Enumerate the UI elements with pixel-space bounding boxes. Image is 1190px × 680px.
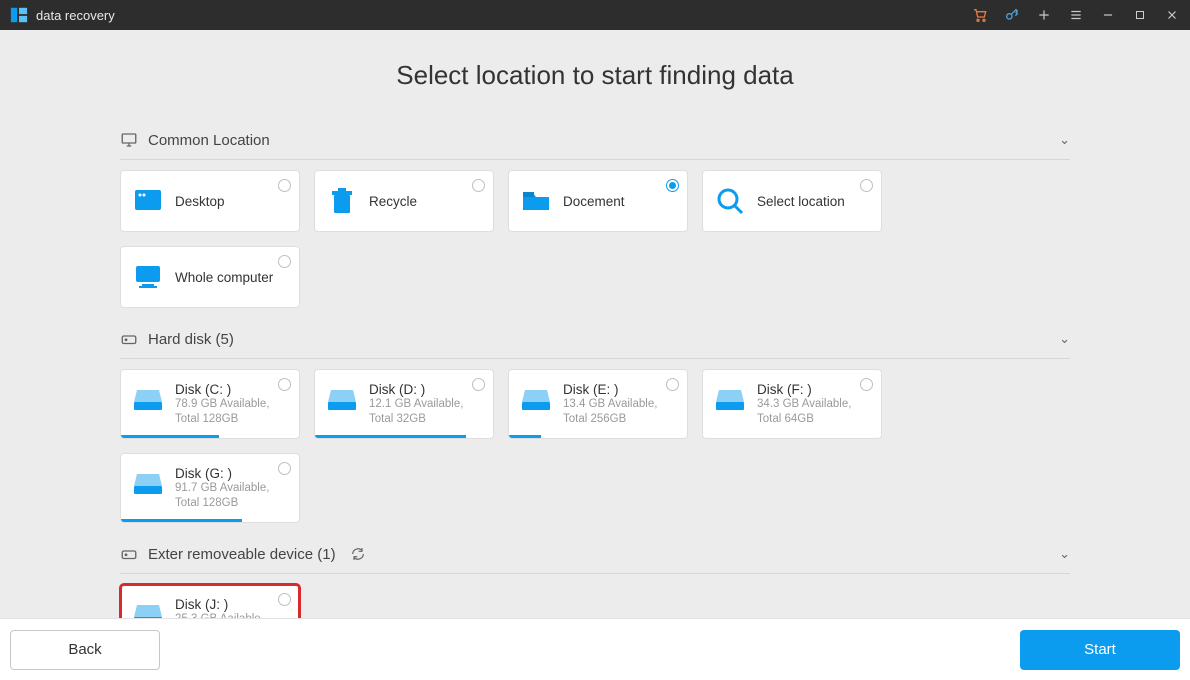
content-area: Select location to start finding data Co… <box>0 30 1190 618</box>
maximize-icon[interactable] <box>1132 7 1148 23</box>
card-disk-e[interactable]: Disk (E: )13.4 GB Available, Total 256GB <box>508 369 688 439</box>
cards-ext: Disk (J: )25.3 GB Aailable, Total 256GB <box>120 574 1070 618</box>
card-title: Disk (J: ) <box>175 597 289 612</box>
section-header-ext[interactable]: Exter removeable device (1) ⌄ <box>120 535 1070 574</box>
card-title: Disk (D: ) <box>369 382 483 397</box>
card-sub: 34.3 GB Available, Total 64GB <box>757 397 871 427</box>
card-sub: 12.1 GB Available, Total 32GB <box>369 397 483 427</box>
section-title-hdd: Hard disk (5) <box>148 331 234 348</box>
card-disk-f[interactable]: Disk (F: )34.3 GB Available, Total 64GB <box>702 369 882 439</box>
cards-common: Desktop Recycle Docement Select location… <box>120 160 1070 316</box>
drive-icon <box>519 382 553 416</box>
chevron-down-icon: ⌄ <box>1059 331 1070 347</box>
card-desktop[interactable]: Desktop <box>120 170 300 232</box>
drive-outline-icon <box>120 545 138 563</box>
page-title: Select location to start finding data <box>120 60 1070 91</box>
card-disk-c[interactable]: Disk (C: )78.9 GB Available, Total 128GB <box>120 369 300 439</box>
key-icon[interactable] <box>1004 7 1020 23</box>
titlebar-left: data recovery <box>10 6 115 24</box>
plus-icon[interactable] <box>1036 7 1052 23</box>
titlebar-right <box>972 7 1180 23</box>
computer-icon <box>131 260 165 294</box>
desktop-icon <box>131 184 165 218</box>
card-disk-g[interactable]: Disk (G: )91.7 GB Available, Total 128GB <box>120 453 300 523</box>
radio-unchecked[interactable] <box>278 179 291 192</box>
refresh-icon[interactable] <box>350 546 366 562</box>
titlebar: data recovery <box>0 0 1190 30</box>
drive-icon <box>131 382 165 416</box>
back-button[interactable]: Back <box>10 630 160 670</box>
card-whole-computer[interactable]: Whole computer <box>120 246 300 308</box>
app-logo-icon <box>10 6 28 24</box>
monitor-outline-icon <box>120 131 138 149</box>
usage-bar <box>315 435 466 438</box>
chevron-down-icon: ⌄ <box>1059 546 1070 562</box>
card-title: Desktop <box>175 194 225 209</box>
card-sub: 91.7 GB Available, Total 128GB <box>175 481 289 511</box>
card-document[interactable]: Docement <box>508 170 688 232</box>
card-title: Docement <box>563 194 625 209</box>
section-title-ext: Exter removeable device (1) <box>148 546 336 563</box>
radio-unchecked[interactable] <box>666 378 679 391</box>
radio-checked[interactable] <box>666 179 679 192</box>
usage-bar <box>121 435 219 438</box>
radio-unchecked[interactable] <box>278 378 291 391</box>
usage-bar <box>121 519 242 522</box>
recycle-icon <box>325 184 359 218</box>
section-title-common: Common Location <box>148 132 270 149</box>
hamburger-icon[interactable] <box>1068 7 1084 23</box>
radio-unchecked[interactable] <box>278 462 291 475</box>
drive-icon <box>131 466 165 500</box>
minimize-icon[interactable] <box>1100 7 1116 23</box>
drive-icon <box>713 382 747 416</box>
card-title: Select location <box>757 194 845 209</box>
footer: Back Start <box>0 618 1190 680</box>
radio-unchecked[interactable] <box>860 179 873 192</box>
card-sub: 13.4 GB Available, Total 256GB <box>563 397 677 427</box>
section-header-common[interactable]: Common Location ⌄ <box>120 121 1070 160</box>
card-disk-d[interactable]: Disk (D: )12.1 GB Available, Total 32GB <box>314 369 494 439</box>
start-button[interactable]: Start <box>1020 630 1180 670</box>
card-title: Recycle <box>369 194 417 209</box>
radio-unchecked[interactable] <box>860 378 873 391</box>
chevron-down-icon: ⌄ <box>1059 132 1070 148</box>
card-title: Disk (G: ) <box>175 466 289 481</box>
drive-icon <box>325 382 359 416</box>
card-recycle[interactable]: Recycle <box>314 170 494 232</box>
radio-unchecked[interactable] <box>278 255 291 268</box>
folder-icon <box>519 184 553 218</box>
cart-icon[interactable] <box>972 7 988 23</box>
drive-outline-icon <box>120 330 138 348</box>
search-icon <box>713 184 747 218</box>
close-icon[interactable] <box>1164 7 1180 23</box>
card-title: Disk (E: ) <box>563 382 677 397</box>
usage-bar <box>509 435 541 438</box>
card-sub: 78.9 GB Available, Total 128GB <box>175 397 289 427</box>
card-select-location[interactable]: Select location <box>702 170 882 232</box>
card-disk-j[interactable]: Disk (J: )25.3 GB Aailable, Total 256GB <box>120 584 300 618</box>
card-title: Whole computer <box>175 270 273 285</box>
app-title: data recovery <box>36 8 115 23</box>
cards-hdd: Disk (C: )78.9 GB Available, Total 128GB… <box>120 359 1070 531</box>
section-header-hdd[interactable]: Hard disk (5) ⌄ <box>120 320 1070 359</box>
drive-icon <box>131 597 165 618</box>
radio-unchecked[interactable] <box>278 593 291 606</box>
card-title: Disk (C: ) <box>175 382 289 397</box>
radio-unchecked[interactable] <box>472 179 485 192</box>
radio-unchecked[interactable] <box>472 378 485 391</box>
card-title: Disk (F: ) <box>757 382 871 397</box>
